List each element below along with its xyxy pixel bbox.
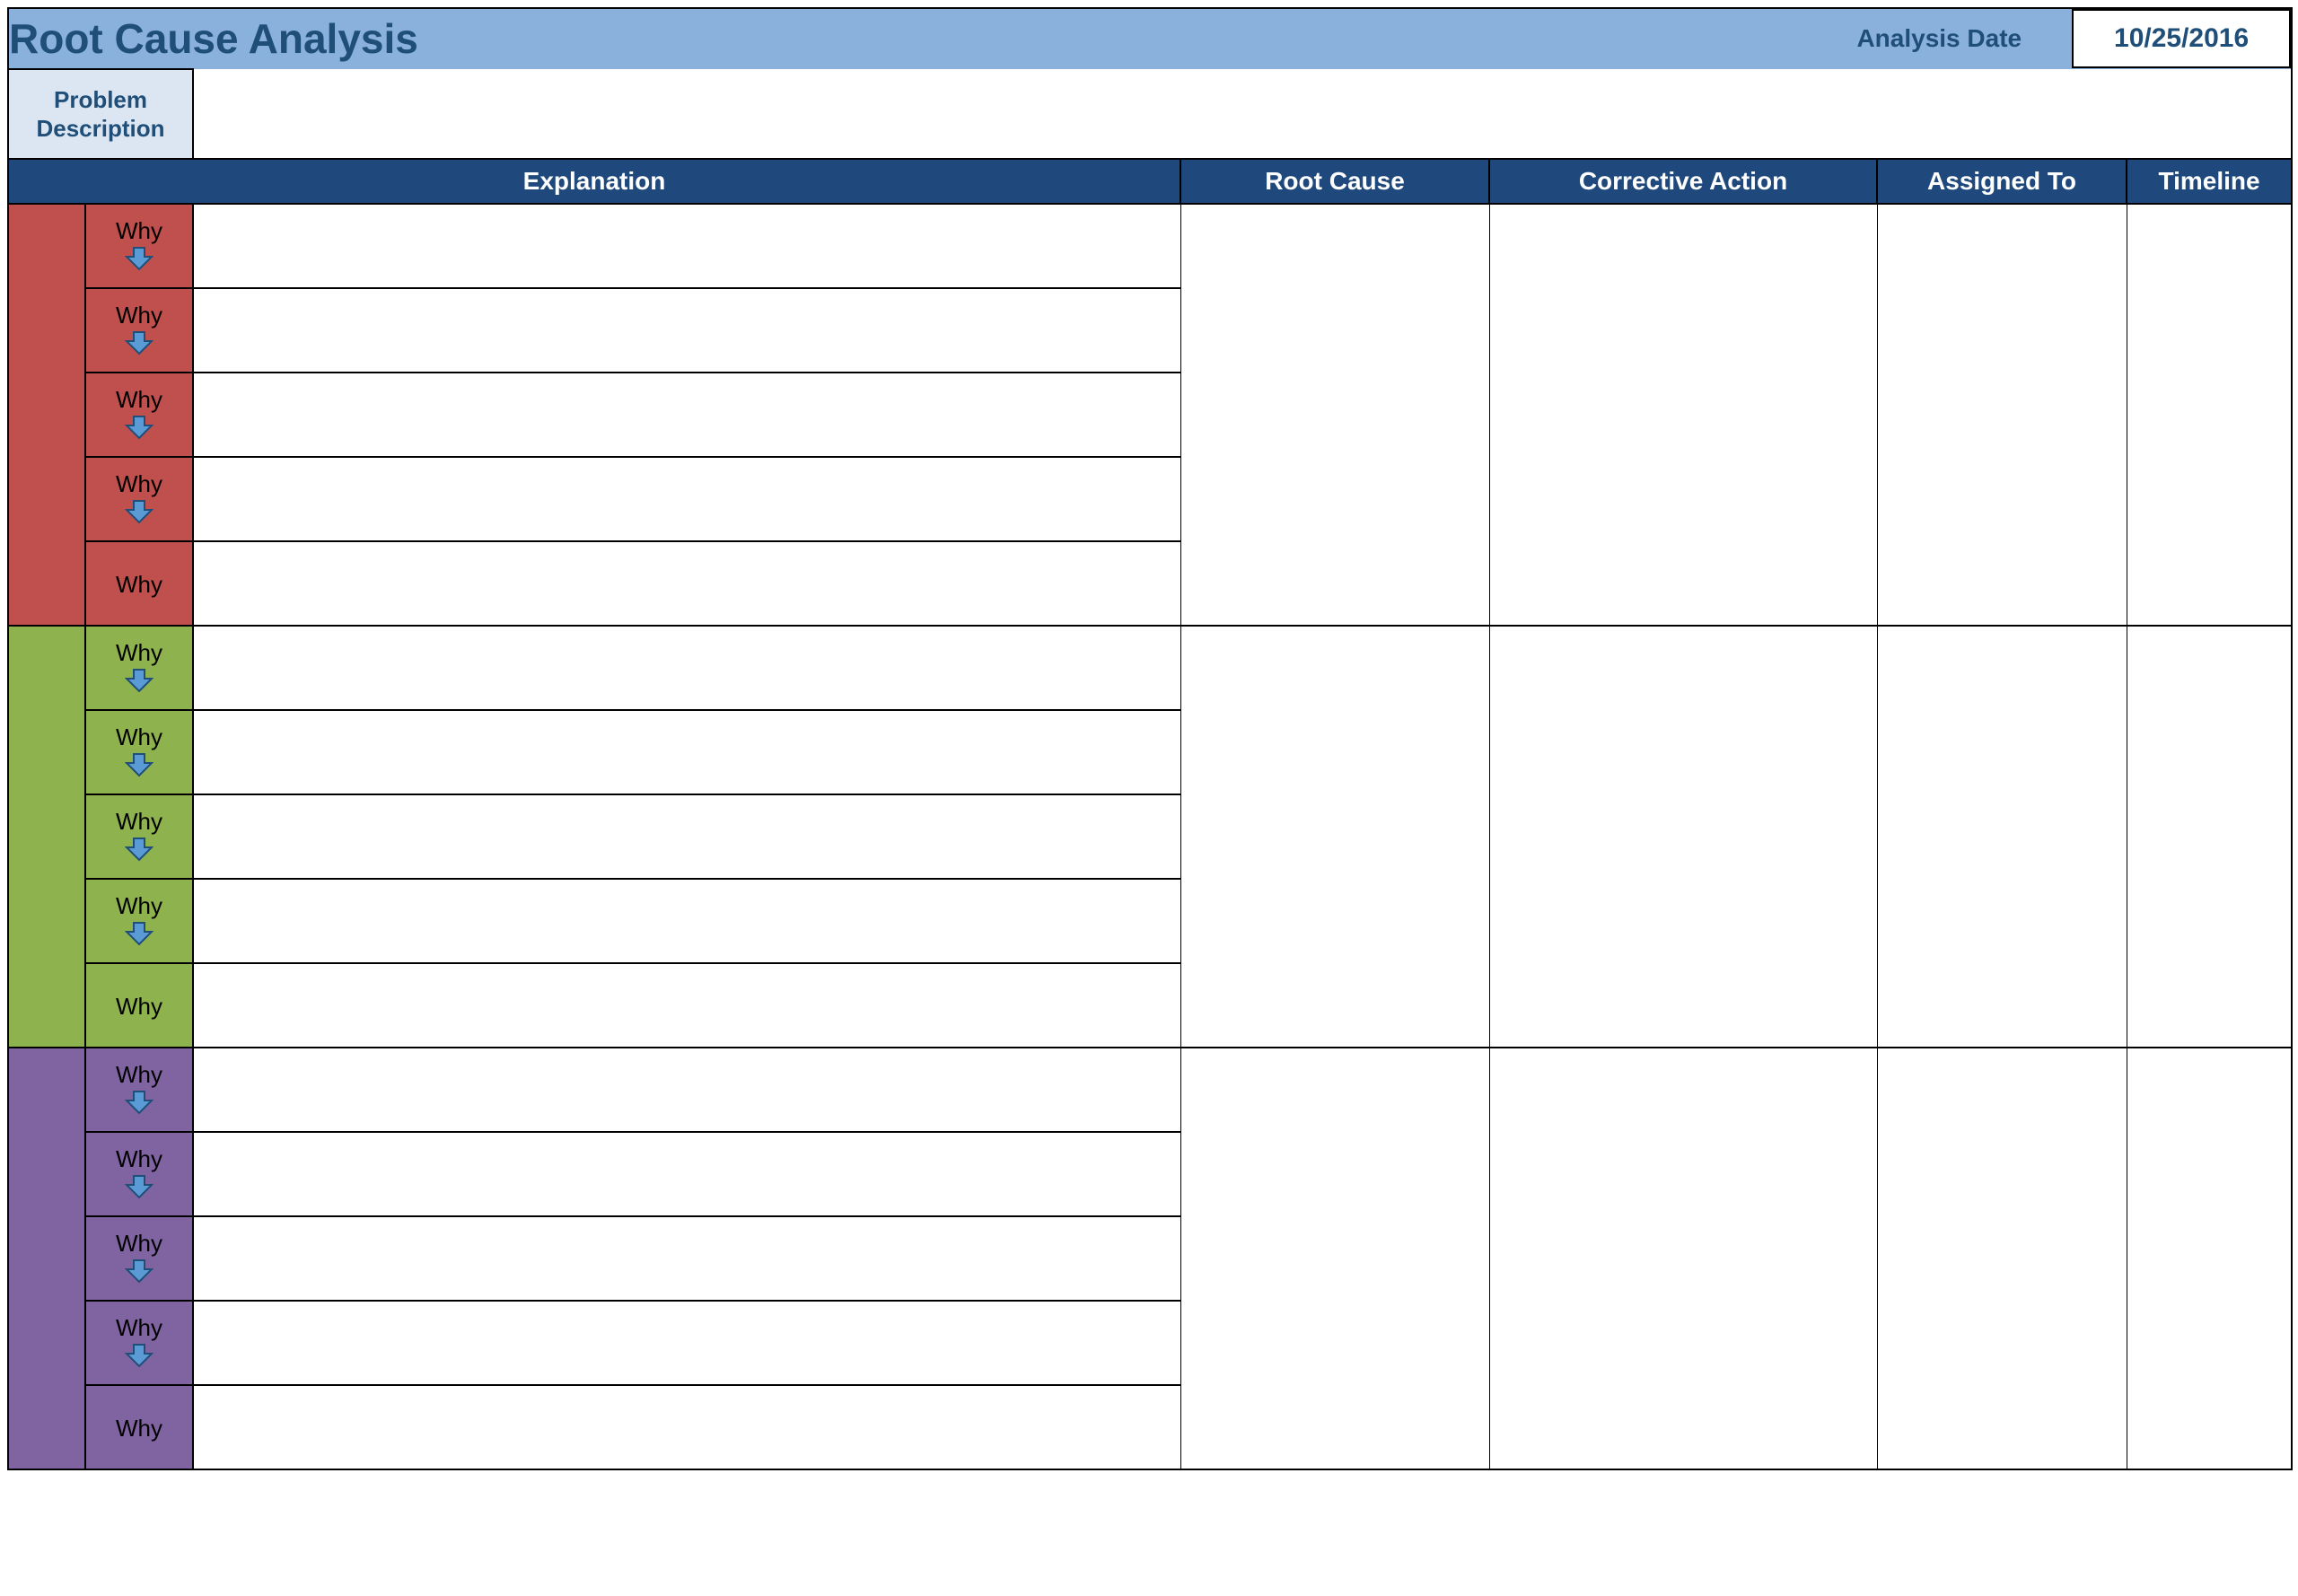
down-arrow-icon (125, 921, 153, 946)
explanation-cell[interactable] (193, 794, 1180, 879)
down-arrow-icon (125, 1090, 153, 1115)
timeline-cell[interactable] (2127, 1048, 2292, 1469)
explanation-cell[interactable] (193, 457, 1180, 541)
column-header-row: Explanation Root Cause Corrective Action… (8, 159, 2292, 204)
why-label: Why (85, 794, 193, 879)
why-label: Why (85, 879, 193, 963)
explanation-cell[interactable] (193, 1132, 1180, 1216)
explanation-cell[interactable] (193, 879, 1180, 963)
explanation-cell[interactable] (193, 1301, 1180, 1385)
section-label-occurred: Why the problem occurred (8, 204, 85, 626)
timeline-cell[interactable] (2127, 626, 2292, 1048)
col-timeline: Timeline (2127, 159, 2292, 204)
why-label: Why (85, 626, 193, 710)
explanation-cell[interactable] (193, 541, 1180, 626)
explanation-cell[interactable] (193, 373, 1180, 457)
explanation-cell[interactable] (193, 1048, 1180, 1132)
down-arrow-icon (125, 415, 153, 440)
down-arrow-icon (125, 499, 153, 524)
explanation-cell[interactable] (193, 204, 1180, 288)
explanation-cell[interactable] (193, 963, 1180, 1048)
problem-description-label: Problem Description (8, 69, 193, 159)
col-explanation: Explanation (8, 159, 1180, 204)
timeline-cell[interactable] (2127, 204, 2292, 626)
root-cause-cell[interactable] (1180, 626, 1489, 1048)
down-arrow-icon (125, 246, 153, 271)
down-arrow-icon (125, 330, 153, 355)
explanation-cell[interactable] (193, 1385, 1180, 1469)
why-label: Why (85, 288, 193, 373)
corrective-action-cell[interactable] (1489, 204, 1877, 626)
explanation-cell[interactable] (193, 1216, 1180, 1301)
problem-description-field[interactable] (193, 69, 2292, 159)
why-label: Why (85, 710, 193, 794)
table-row: Why the problem was not prevented Why (8, 1048, 2292, 1132)
header-row: Root Cause Analysis Analysis Date 10/25/… (8, 8, 2292, 69)
problem-description-row: Problem Description (8, 69, 2292, 159)
down-arrow-icon (125, 752, 153, 777)
col-corrective-action: Corrective Action (1489, 159, 1877, 204)
down-arrow-icon (125, 668, 153, 693)
explanation-cell[interactable] (193, 710, 1180, 794)
page-title: Root Cause Analysis (9, 9, 1734, 68)
why-label: Why (85, 204, 193, 288)
down-arrow-icon (125, 1343, 153, 1368)
why-label: Why (85, 1216, 193, 1301)
col-root-cause: Root Cause (1180, 159, 1489, 204)
assigned-to-cell[interactable] (1877, 204, 2127, 626)
assigned-to-cell[interactable] (1877, 1048, 2127, 1469)
section-label-not-prevented: Why the problem was not prevented (8, 1048, 85, 1469)
table-row: Why the problem occurred Why (8, 204, 2292, 288)
why-label: Why (85, 1132, 193, 1216)
corrective-action-cell[interactable] (1489, 1048, 1877, 1469)
analysis-date-label: Analysis Date (1734, 9, 2022, 68)
assigned-to-cell[interactable] (1877, 626, 2127, 1048)
down-arrow-icon (125, 1174, 153, 1199)
why-label: Why (85, 1385, 193, 1469)
why-label: Why (85, 1301, 193, 1385)
why-label: Why (85, 1048, 193, 1132)
why-label: Why (85, 541, 193, 626)
root-cause-cell[interactable] (1180, 204, 1489, 626)
down-arrow-icon (125, 837, 153, 862)
why-label: Why (85, 457, 193, 541)
col-assigned-to: Assigned To (1877, 159, 2127, 204)
why-label: Why (85, 373, 193, 457)
explanation-cell[interactable] (193, 288, 1180, 373)
root-cause-cell[interactable] (1180, 1048, 1489, 1469)
analysis-date-value[interactable]: 10/25/2016 (2072, 9, 2291, 68)
why-label: Why (85, 963, 193, 1048)
section-label-not-detected: Why the problem was not detected (8, 626, 85, 1048)
rca-table: Root Cause Analysis Analysis Date 10/25/… (7, 7, 2293, 1470)
table-row: Why the problem was not detected Why (8, 626, 2292, 710)
explanation-cell[interactable] (193, 626, 1180, 710)
down-arrow-icon (125, 1258, 153, 1284)
corrective-action-cell[interactable] (1489, 626, 1877, 1048)
